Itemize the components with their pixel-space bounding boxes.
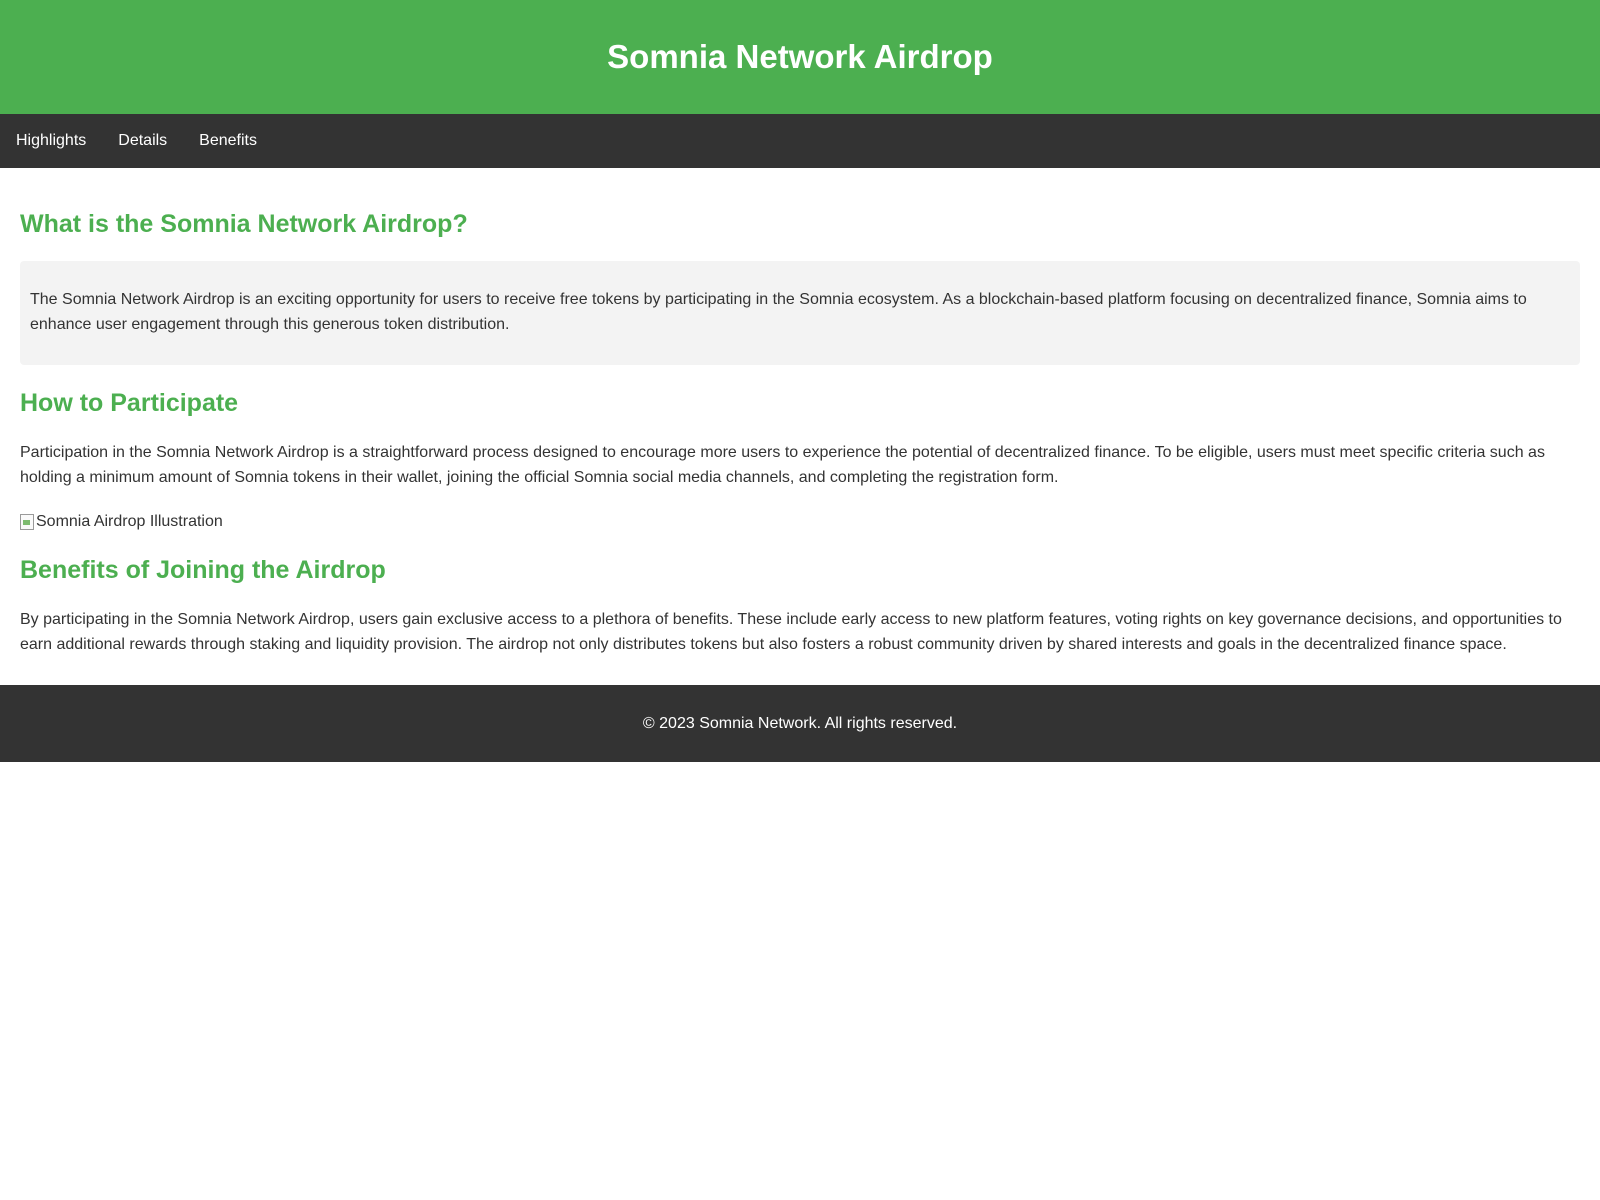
footer-copyright: © 2023 Somnia Network. All rights reserv… bbox=[642, 715, 958, 732]
benefits-text: By participating in the Somnia Network A… bbox=[20, 611, 1562, 653]
airdrop-illustration: Somnia Airdrop Illustration bbox=[20, 510, 1580, 534]
site-footer: © 2023 Somnia Network. All rights reserv… bbox=[0, 685, 1600, 762]
section-how-to: How to Participate Participation in the … bbox=[20, 389, 1580, 534]
main-nav: Highlights Details Benefits bbox=[0, 114, 1600, 168]
main-content: What is the Somnia Network Airdrop? The … bbox=[0, 168, 1600, 661]
section-what-is: What is the Somnia Network Airdrop? The … bbox=[20, 210, 1580, 365]
nav-link-details[interactable]: Details bbox=[118, 132, 167, 150]
image-alt-text: Somnia Airdrop Illustration bbox=[36, 513, 223, 530]
section-heading-what-is: What is the Somnia Network Airdrop? bbox=[20, 210, 468, 238]
nav-link-highlights[interactable]: Highlights bbox=[16, 132, 86, 150]
broken-image-icon bbox=[20, 514, 34, 530]
section-heading-benefits: Benefits of Joining the Airdrop bbox=[20, 556, 386, 584]
site-header: Somnia Network Airdrop bbox=[0, 0, 1600, 114]
page-title: Somnia Network Airdrop bbox=[607, 38, 993, 75]
intro-box: The Somnia Network Airdrop is an excitin… bbox=[20, 261, 1580, 365]
section-heading-how-to: How to Participate bbox=[20, 389, 239, 417]
nav-link-benefits[interactable]: Benefits bbox=[199, 132, 257, 150]
intro-text: The Somnia Network Airdrop is an excitin… bbox=[30, 291, 1527, 333]
how-to-text: Participation in the Somnia Network Aird… bbox=[20, 444, 1545, 486]
section-benefits: Benefits of Joining the Airdrop By parti… bbox=[20, 556, 1580, 657]
